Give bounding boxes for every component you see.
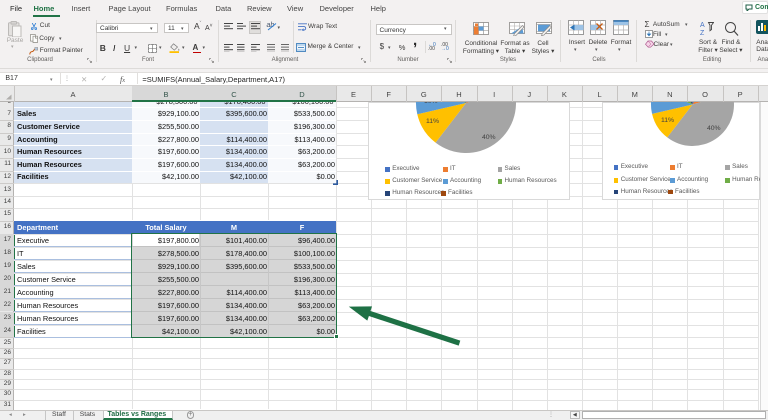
svg-text:Z: Z (700, 30, 705, 36)
svg-text:A: A (700, 22, 705, 29)
